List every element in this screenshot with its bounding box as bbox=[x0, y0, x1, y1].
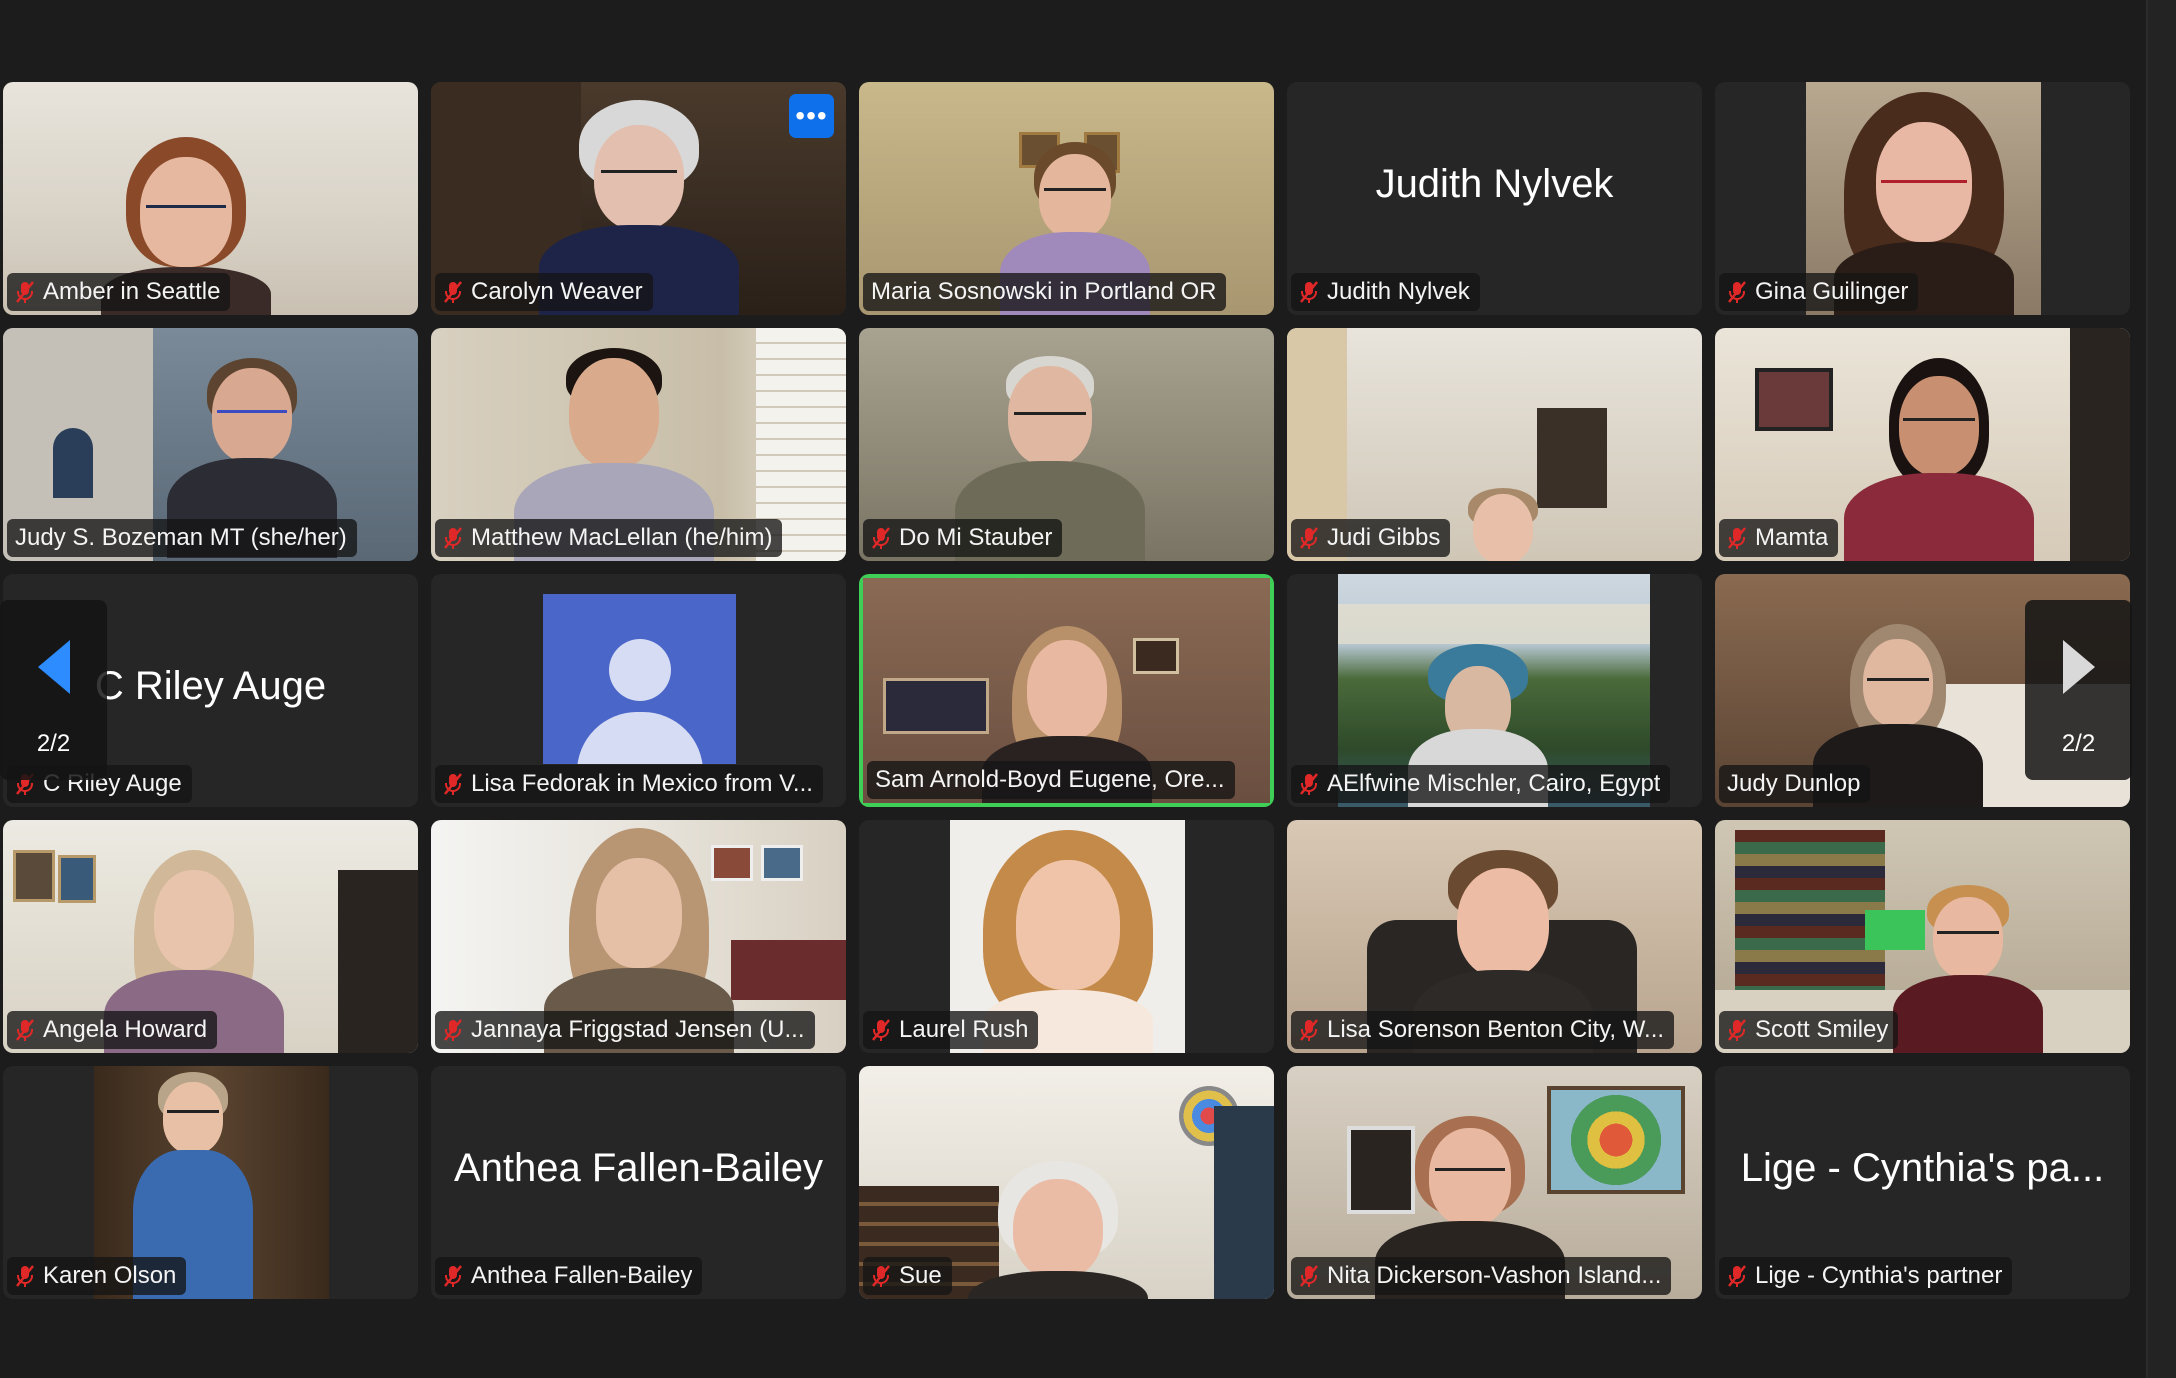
participant-tile[interactable]: Mamta bbox=[1715, 328, 2130, 561]
participant-tile[interactable]: Amber in Seattle bbox=[3, 82, 418, 315]
muted-mic-icon bbox=[1300, 527, 1318, 549]
more-options-button[interactable]: ••• bbox=[789, 94, 834, 138]
participant-tile[interactable]: ••• Carolyn Weaver bbox=[431, 82, 846, 315]
name-label: Karen Olson bbox=[7, 1257, 187, 1295]
participant-tile[interactable]: Do Mi Stauber bbox=[859, 328, 1274, 561]
page-indicator: 2/2 bbox=[2061, 730, 2096, 757]
participant-tile[interactable]: Maria Sosnowski in Portland OR bbox=[859, 82, 1274, 315]
participant-tile[interactable]: Laurel Rush bbox=[859, 820, 1274, 1053]
muted-mic-icon bbox=[444, 1019, 462, 1041]
participant-display-name: Lige - Cynthia's pa... bbox=[1740, 1146, 2105, 1190]
muted-mic-icon bbox=[444, 1265, 462, 1287]
name-label: Angela Howard bbox=[7, 1011, 218, 1049]
participant-tile[interactable]: Matthew MacLellan (he/him) bbox=[431, 328, 846, 561]
participant-tile[interactable]: Sue bbox=[859, 1066, 1274, 1299]
meeting-stage: Amber in Seattle ••• Carolyn Weaver Mari… bbox=[0, 0, 2146, 1378]
participant-tile[interactable]: Karen Olson bbox=[3, 1066, 418, 1299]
name-label: Jannaya Friggstad Jensen (U... bbox=[435, 1011, 815, 1049]
participant-tile[interactable]: Scott Smiley bbox=[1715, 820, 2130, 1053]
participant-tile[interactable]: Lisa Sorenson Benton City, W... bbox=[1287, 820, 1702, 1053]
muted-mic-icon bbox=[444, 773, 462, 795]
participant-tile[interactable]: Nita Dickerson-Vashon Island... bbox=[1287, 1066, 1702, 1299]
gallery-grid: Amber in Seattle ••• Carolyn Weaver Mari… bbox=[3, 82, 2130, 1299]
muted-mic-icon bbox=[16, 1265, 34, 1287]
name-label: Lisa Sorenson Benton City, W... bbox=[1291, 1011, 1675, 1049]
name-label: Lisa Fedorak in Mexico from V... bbox=[435, 765, 823, 803]
default-avatar-icon bbox=[543, 594, 736, 764]
muted-mic-icon bbox=[1300, 1265, 1318, 1287]
name-label: Carolyn Weaver bbox=[435, 273, 653, 311]
participant-tile[interactable]: Lige - Cynthia's pa... Lige - Cynthia's … bbox=[1715, 1066, 2130, 1299]
participant-tile[interactable]: Judy S. Bozeman MT (she/her) bbox=[3, 328, 418, 561]
name-label: AElfwine Mischler, Cairo, Egypt bbox=[1291, 765, 1671, 803]
muted-mic-icon bbox=[16, 281, 34, 303]
muted-mic-icon bbox=[872, 1019, 890, 1041]
name-label: Judy S. Bozeman MT (she/her) bbox=[7, 519, 357, 557]
participant-tile[interactable]: Angela Howard bbox=[3, 820, 418, 1053]
name-label: Laurel Rush bbox=[863, 1011, 1039, 1049]
name-label: Lige - Cynthia's partner bbox=[1719, 1257, 2013, 1295]
muted-mic-icon bbox=[444, 527, 462, 549]
participant-display-name: Judith Nylvek bbox=[1375, 162, 1614, 206]
participant-display-name: Anthea Fallen-Bailey bbox=[453, 1146, 824, 1190]
previous-page-button[interactable]: 2/2 bbox=[0, 600, 107, 780]
muted-mic-icon bbox=[872, 527, 890, 549]
name-label: Amber in Seattle bbox=[7, 273, 231, 311]
name-label: Sam Arnold-Boyd Eugene, Ore... bbox=[867, 761, 1235, 799]
next-page-button[interactable]: 2/2 bbox=[2025, 600, 2132, 780]
muted-mic-icon bbox=[1728, 281, 1746, 303]
name-label: Do Mi Stauber bbox=[863, 519, 1063, 557]
name-label: Matthew MacLellan (he/him) bbox=[435, 519, 783, 557]
muted-mic-icon bbox=[1300, 773, 1318, 795]
page-indicator: 2/2 bbox=[36, 730, 71, 757]
participant-tile[interactable]: Gina Guilinger bbox=[1715, 82, 2130, 315]
participant-tile[interactable]: Lisa Fedorak in Mexico from V... bbox=[431, 574, 846, 807]
name-label: Judi Gibbs bbox=[1291, 519, 1451, 557]
muted-mic-icon bbox=[444, 281, 462, 303]
muted-mic-icon bbox=[16, 1019, 34, 1041]
chevron-right-icon bbox=[2062, 640, 2095, 694]
muted-mic-icon bbox=[1300, 1019, 1318, 1041]
name-label: Nita Dickerson-Vashon Island... bbox=[1291, 1257, 1672, 1295]
scrollbar[interactable] bbox=[2146, 0, 2176, 1378]
name-label: Mamta bbox=[1719, 519, 1839, 557]
name-label: Judy Dunlop bbox=[1719, 765, 1871, 803]
muted-mic-icon bbox=[1728, 1019, 1746, 1041]
participant-tile-active-speaker[interactable]: Sam Arnold-Boyd Eugene, Ore... bbox=[859, 574, 1274, 807]
name-label: Judith Nylvek bbox=[1291, 273, 1480, 311]
participant-tile[interactable]: Judith Nylvek Judith Nylvek bbox=[1287, 82, 1702, 315]
participant-tile[interactable]: Judi Gibbs bbox=[1287, 328, 1702, 561]
name-label: Gina Guilinger bbox=[1719, 273, 1919, 311]
participant-tile[interactable]: Anthea Fallen-Bailey Anthea Fallen-Baile… bbox=[431, 1066, 846, 1299]
muted-mic-icon bbox=[1728, 527, 1746, 549]
chevron-left-icon bbox=[37, 640, 70, 694]
name-label: Scott Smiley bbox=[1719, 1011, 1899, 1049]
muted-mic-icon bbox=[872, 1265, 890, 1287]
name-label: Anthea Fallen-Bailey bbox=[435, 1257, 703, 1295]
muted-mic-icon bbox=[1300, 281, 1318, 303]
muted-mic-icon bbox=[1728, 1265, 1746, 1287]
name-label: Sue bbox=[863, 1257, 952, 1295]
name-label: Maria Sosnowski in Portland OR bbox=[863, 273, 1227, 311]
participant-tile[interactable]: Jannaya Friggstad Jensen (U... bbox=[431, 820, 846, 1053]
participant-tile[interactable]: AElfwine Mischler, Cairo, Egypt bbox=[1287, 574, 1702, 807]
